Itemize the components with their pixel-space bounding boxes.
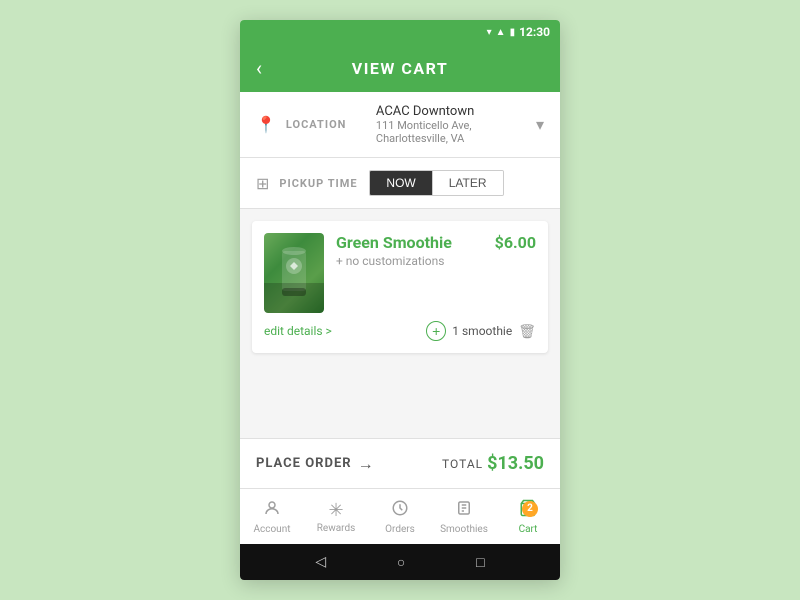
bottom-nav: Account ✳ Rewards Orders Smoothies 2 [240, 488, 560, 544]
wifi-icon: ▾ [487, 27, 492, 38]
account-icon [263, 499, 281, 522]
nav-label-cart: Cart [519, 524, 538, 535]
cart-item-card: Green Smoothie $6.00 + no customizations… [252, 221, 548, 353]
nav-label-smoothies: Smoothies [440, 524, 488, 535]
page-title: VIEW CART [352, 59, 449, 78]
calendar-icon: ⊞ [256, 174, 269, 193]
location-label: LOCATION [286, 118, 366, 131]
android-back-button[interactable]: ◁ [315, 554, 326, 570]
later-button[interactable]: LATER [433, 171, 503, 195]
cart-badge: 2 [522, 501, 538, 517]
chevron-down-icon: ▾ [536, 115, 544, 134]
item-price: $6.00 [495, 233, 536, 252]
nav-label-account: Account [253, 524, 290, 535]
location-row[interactable]: 📍 LOCATION ACAC Downtown 111 Monticello … [240, 92, 560, 158]
signal-icon: ▲ [496, 27, 506, 38]
cart-item-top: Green Smoothie $6.00 + no customizations [264, 233, 536, 313]
now-button[interactable]: NOW [370, 171, 431, 195]
item-name: Green Smoothie [336, 233, 452, 252]
battery-icon: ▮ [510, 27, 516, 38]
location-address: 111 Monticello Ave, Charlottesville, VA [376, 119, 526, 145]
status-icons: ▾ ▲ ▮ 12:30 [487, 25, 550, 39]
location-info: ACAC Downtown 111 Monticello Ave, Charlo… [376, 104, 526, 145]
android-nav-bar: ◁ ○ □ [240, 544, 560, 580]
orders-icon [391, 499, 409, 522]
nav-item-account[interactable]: Account [240, 499, 304, 535]
android-recent-button[interactable]: □ [476, 554, 484, 571]
delete-button[interactable]: 🗑 [518, 323, 536, 340]
nav-item-orders[interactable]: Orders [368, 499, 432, 535]
content-area: 📍 LOCATION ACAC Downtown 111 Monticello … [240, 92, 560, 544]
item-bottom: edit details > + 1 smoothie 🗑 [264, 321, 536, 341]
smoothies-icon [455, 499, 473, 522]
nav-item-rewards[interactable]: ✳ Rewards [304, 500, 368, 534]
quantity-control: + 1 smoothie 🗑 [426, 321, 536, 341]
phone-frame: ▾ ▲ ▮ 12:30 ‹ VIEW CART 📍 LOCATION ACAC … [240, 20, 560, 580]
location-name: ACAC Downtown [376, 104, 526, 119]
quantity-add-button[interactable]: + [426, 321, 446, 341]
pickup-row: ⊞ PICKUP TIME NOW LATER [240, 158, 560, 209]
item-customization: + no customizations [336, 254, 536, 268]
place-order-bar[interactable]: PLACE ORDER → TOTAL $13.50 [240, 438, 560, 488]
total-amount: $13.50 [487, 453, 544, 474]
nav-item-cart[interactable]: 2 Cart [496, 499, 560, 535]
rewards-icon: ✳ [328, 500, 343, 521]
edit-details-link[interactable]: edit details > [264, 324, 332, 338]
smoothie-image [264, 233, 324, 313]
pickup-toggle: NOW LATER [369, 170, 503, 196]
back-button[interactable]: ‹ [256, 56, 262, 80]
quantity-value: 1 smoothie [452, 324, 512, 338]
nav-item-smoothies[interactable]: Smoothies [432, 499, 496, 535]
place-order-text: PLACE ORDER → [256, 454, 375, 474]
status-bar: ▾ ▲ ▮ 12:30 [240, 20, 560, 44]
location-pin-icon: 📍 [256, 115, 276, 134]
spacer [240, 365, 560, 438]
cart-item-info: Green Smoothie $6.00 + no customizations [336, 233, 536, 268]
pickup-label: PICKUP TIME [279, 177, 359, 190]
status-time: 12:30 [519, 25, 550, 39]
header: ‹ VIEW CART [240, 44, 560, 92]
nav-label-rewards: Rewards [317, 523, 356, 534]
nav-label-orders: Orders [385, 524, 415, 535]
android-home-button[interactable]: ○ [397, 554, 405, 571]
arrow-icon: → [358, 454, 375, 474]
total-label: TOTAL [442, 457, 483, 471]
